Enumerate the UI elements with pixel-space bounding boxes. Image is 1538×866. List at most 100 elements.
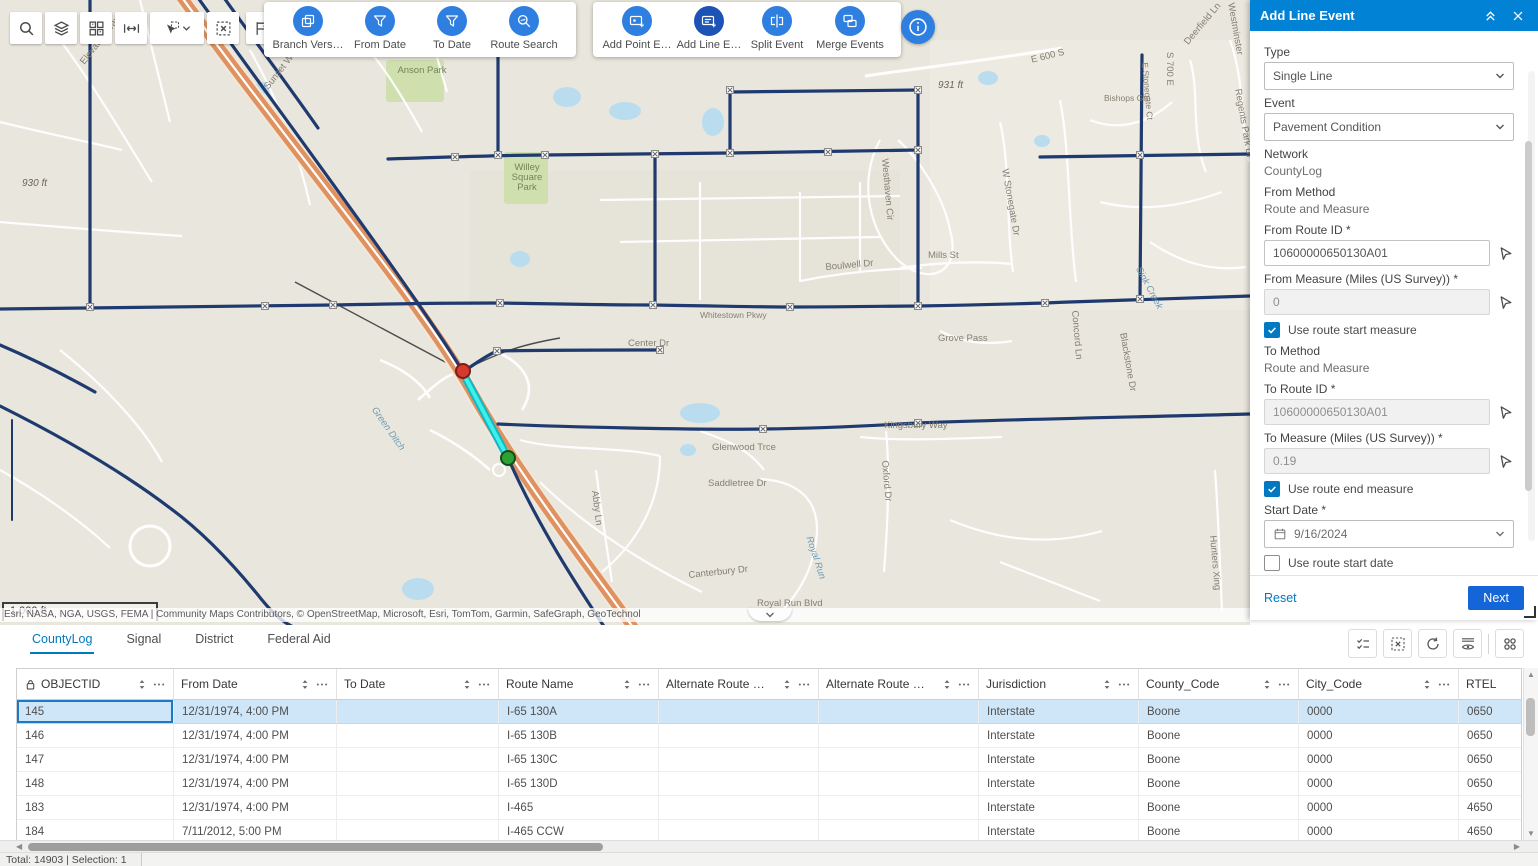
cell-jurisdiction[interactable]: Interstate: [979, 748, 1139, 772]
column-header-county-code[interactable]: County_Code: [1139, 669, 1299, 699]
from-route-id-input[interactable]: 10600000650130A01: [1264, 240, 1490, 266]
table-row[interactable]: 183 12/31/1974, 4:00 PM I-465 Interstate…: [17, 796, 1521, 820]
cell-route-name[interactable]: I-65 130A: [499, 700, 659, 724]
column-header-from-date[interactable]: From Date: [174, 669, 337, 699]
cell-alt-route-1[interactable]: [659, 724, 819, 748]
column-header-to-date[interactable]: To Date: [337, 669, 499, 699]
reset-link[interactable]: Reset: [1264, 591, 1297, 605]
sort-icon[interactable]: [943, 679, 951, 690]
cell-route-name[interactable]: I-465: [499, 796, 659, 820]
cell-objectid[interactable]: 146: [17, 724, 174, 748]
table-actions-button[interactable]: [1495, 629, 1524, 658]
use-route-start-measure-checkbox[interactable]: Use route start measure: [1264, 322, 1514, 338]
add-point-event-button[interactable]: Add Point E…: [601, 6, 673, 51]
cell-county-code[interactable]: Boone: [1139, 820, 1299, 840]
cell-city-code[interactable]: 0000: [1299, 748, 1459, 772]
search-tool-button[interactable]: [10, 12, 42, 44]
cell-from-date[interactable]: 12/31/1974, 4:00 PM: [174, 796, 337, 820]
column-menu-icon[interactable]: [1117, 682, 1131, 687]
scroll-left-arrow[interactable]: ◀: [16, 842, 22, 851]
basemap-grid-tool-button[interactable]: [80, 12, 112, 44]
pick-to-route-on-map-button[interactable]: [1497, 404, 1514, 421]
table-row[interactable]: 146 12/31/1974, 4:00 PM I-65 130B Inters…: [17, 724, 1521, 748]
cell-to-date[interactable]: [337, 700, 499, 724]
clear-selection-tool-button[interactable]: [207, 12, 239, 44]
cell-rtel[interactable]: 0650: [1459, 772, 1521, 796]
cell-city-code[interactable]: 0000: [1299, 772, 1459, 796]
pick-to-measure-on-map-button[interactable]: [1497, 453, 1514, 470]
tab-signal[interactable]: Signal: [124, 625, 163, 654]
cell-rtel[interactable]: 4650: [1459, 796, 1521, 820]
pick-from-route-on-map-button[interactable]: [1497, 245, 1514, 262]
from-date-button[interactable]: From Date: [344, 6, 416, 51]
cell-jurisdiction[interactable]: Interstate: [979, 700, 1139, 724]
column-header-jurisdiction[interactable]: Jurisdiction: [979, 669, 1139, 699]
table-vertical-scrollbar[interactable]: ▲ ▼: [1523, 668, 1538, 840]
panel-resize-handle[interactable]: [1524, 606, 1536, 618]
column-menu-icon[interactable]: [1437, 682, 1451, 687]
cell-route-name[interactable]: I-65 130C: [499, 748, 659, 772]
cell-alt-route-2[interactable]: [819, 772, 979, 796]
cell-rtel[interactable]: 0650: [1459, 724, 1521, 748]
attribution-collapse-button[interactable]: [748, 608, 792, 621]
table-row[interactable]: 184 7/11/2012, 5:00 PM I-465 CCW Interst…: [17, 820, 1521, 840]
panel-scrollbar-thumb[interactable]: [1525, 141, 1532, 491]
use-route-end-measure-checkbox[interactable]: Use route end measure: [1264, 481, 1514, 497]
table-row[interactable]: 145 12/31/1974, 4:00 PM I-65 130A Inters…: [17, 700, 1521, 724]
column-header-rtel[interactable]: RTEL: [1459, 669, 1521, 699]
column-menu-icon[interactable]: [957, 682, 971, 687]
tab-federal-aid[interactable]: Federal Aid: [265, 625, 332, 654]
cell-alt-route-1[interactable]: [659, 772, 819, 796]
cell-jurisdiction[interactable]: Interstate: [979, 820, 1139, 840]
type-select[interactable]: Single Line: [1264, 62, 1514, 90]
cell-objectid[interactable]: 184: [17, 820, 174, 840]
table-vscroll-thumb[interactable]: [1526, 698, 1535, 736]
cell-jurisdiction[interactable]: Interstate: [979, 724, 1139, 748]
cell-alt-route-2[interactable]: [819, 700, 979, 724]
scroll-down-arrow[interactable]: ▼: [1524, 829, 1538, 838]
sort-icon[interactable]: [301, 679, 309, 690]
sort-icon[interactable]: [1103, 679, 1111, 690]
cell-to-date[interactable]: [337, 796, 499, 820]
cell-route-name[interactable]: I-65 130B: [499, 724, 659, 748]
cell-rtel[interactable]: 4650: [1459, 820, 1521, 840]
cell-city-code[interactable]: 0000: [1299, 724, 1459, 748]
info-button[interactable]: [901, 10, 935, 44]
sort-icon[interactable]: [1423, 679, 1431, 690]
cell-from-date[interactable]: 12/31/1974, 4:00 PM: [174, 700, 337, 724]
add-line-event-button[interactable]: Add Line E…: [673, 6, 745, 51]
cell-jurisdiction[interactable]: Interstate: [979, 772, 1139, 796]
cell-city-code[interactable]: 0000: [1299, 820, 1459, 840]
cell-alt-route-2[interactable]: [819, 748, 979, 772]
cell-objectid[interactable]: 148: [17, 772, 174, 796]
cell-objectid[interactable]: 183: [17, 796, 174, 820]
branch-versioning-button[interactable]: Branch Vers…: [272, 6, 344, 51]
table-hscroll-thumb[interactable]: [28, 843, 603, 851]
column-menu-icon[interactable]: [797, 682, 811, 687]
column-menu-icon[interactable]: [637, 682, 651, 687]
cell-city-code[interactable]: 0000: [1299, 796, 1459, 820]
cell-alt-route-1[interactable]: [659, 748, 819, 772]
cell-to-date[interactable]: [337, 772, 499, 796]
pick-from-measure-on-map-button[interactable]: [1497, 294, 1514, 311]
column-header-alternate-route-1[interactable]: Alternate Route …: [659, 669, 819, 699]
cell-objectid[interactable]: 147: [17, 748, 174, 772]
column-menu-icon[interactable]: [315, 682, 329, 687]
refresh-table-button[interactable]: [1418, 629, 1447, 658]
map-canvas[interactable]: Elevated Way Sunset Way Anson Park Wille…: [0, 0, 1250, 625]
next-button[interactable]: Next: [1468, 586, 1524, 610]
cell-alt-route-2[interactable]: [819, 724, 979, 748]
sort-icon[interactable]: [783, 679, 791, 690]
cell-jurisdiction[interactable]: Interstate: [979, 796, 1139, 820]
column-menu-icon[interactable]: [152, 682, 166, 687]
cell-county-code[interactable]: Boone: [1139, 796, 1299, 820]
show-hide-fields-button[interactable]: [1453, 629, 1482, 658]
to-measure-marker[interactable]: [501, 451, 515, 465]
column-header-city-code[interactable]: City_Code: [1299, 669, 1459, 699]
sort-icon[interactable]: [138, 679, 146, 690]
cell-alt-route-2[interactable]: [819, 820, 979, 840]
cell-alt-route-1[interactable]: [659, 820, 819, 840]
panel-scrollbar[interactable]: [1528, 71, 1535, 541]
scroll-right-arrow[interactable]: ▶: [1514, 842, 1520, 851]
cell-rtel[interactable]: 0650: [1459, 748, 1521, 772]
